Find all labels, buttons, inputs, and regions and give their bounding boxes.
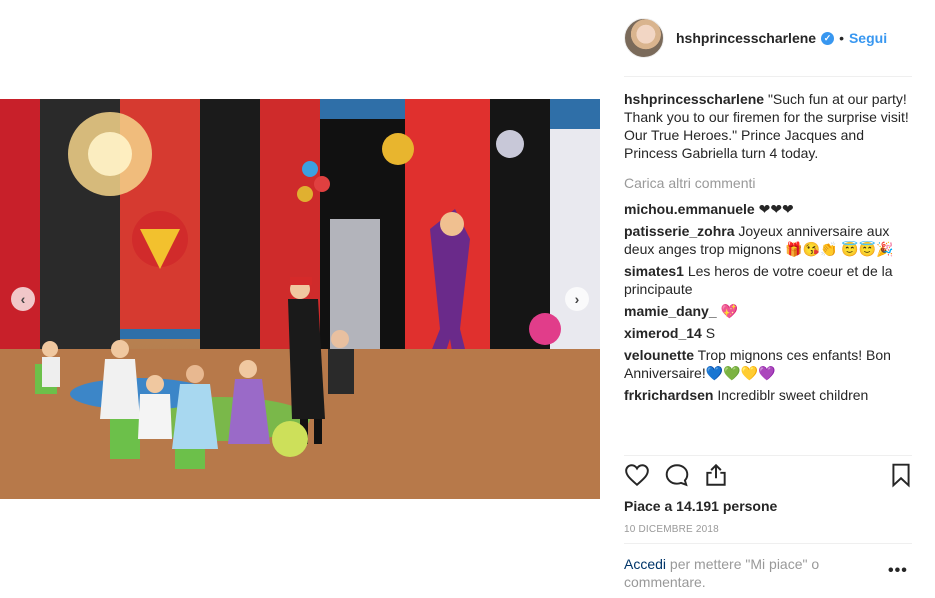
- comment-username[interactable]: frkrichardsen: [624, 387, 713, 403]
- footer-divider: [624, 543, 912, 544]
- comment-username[interactable]: patisserie_zohra: [624, 223, 735, 239]
- post-sidebar: hshprincesscharlene ✓ • Segui hshprinces…: [600, 0, 935, 598]
- verified-badge-icon: ✓: [821, 31, 835, 45]
- avatar[interactable]: [624, 18, 664, 58]
- caption-username[interactable]: hshprincesscharlene: [624, 91, 764, 107]
- login-prompt: Accedi per mettere "Mi piace" o commenta…: [624, 555, 874, 591]
- post-caption: hshprincesscharlene "Such fun at our par…: [624, 90, 912, 162]
- comment-item: ximerod_14 S: [624, 324, 912, 342]
- bookmark-icon[interactable]: [888, 462, 914, 488]
- comment-item: patisserie_zohra Joyeux anniversaire aux…: [624, 222, 912, 258]
- comment-item: mamie_dany_ 💖: [624, 302, 912, 320]
- comment-text: ❤❤❤: [758, 201, 794, 217]
- likes-count[interactable]: Piace a 14.191 persone: [624, 498, 777, 514]
- comment-username[interactable]: velounette: [624, 347, 694, 363]
- post-date: 10 DICEMBRE 2018: [624, 524, 719, 535]
- heart-icon[interactable]: [624, 462, 650, 488]
- header-separator: •: [839, 30, 844, 46]
- comment-item: simates1 Les heros de votre coeur et de …: [624, 262, 912, 298]
- action-bar: [624, 462, 916, 492]
- comment-text: 💖: [720, 303, 738, 319]
- header-username[interactable]: hshprincesscharlene: [676, 30, 816, 46]
- share-icon[interactable]: [703, 462, 729, 488]
- carousel-prev-button[interactable]: ‹: [11, 287, 35, 311]
- actions-divider: [624, 455, 912, 456]
- comment-icon[interactable]: [664, 462, 690, 488]
- comments-list[interactable]: hshprincesscharlene "Such fun at our par…: [624, 90, 912, 453]
- follow-button[interactable]: Segui: [849, 30, 887, 46]
- post-header: hshprincesscharlene ✓ • Segui: [624, 16, 912, 60]
- carousel-next-button[interactable]: ›: [565, 287, 589, 311]
- comment-item: michou.emmanuele ❤❤❤: [624, 200, 912, 218]
- party-scene-illustration: [0, 99, 600, 499]
- comment-username[interactable]: mamie_dany_: [624, 303, 717, 319]
- comment-item: velounette Trop mignons ces enfants! Bon…: [624, 346, 912, 382]
- load-more-comments-button[interactable]: Carica altri commenti: [624, 174, 912, 192]
- comment-text: S: [705, 325, 716, 341]
- comment-username[interactable]: michou.emmanuele: [624, 201, 755, 217]
- post-photo[interactable]: [0, 99, 600, 499]
- comment-username[interactable]: ximerod_14: [624, 325, 702, 341]
- header-divider: [624, 76, 912, 77]
- photo-pane: ‹ ›: [0, 0, 600, 598]
- more-options-button[interactable]: •••: [888, 562, 908, 580]
- login-link[interactable]: Accedi: [624, 556, 666, 572]
- comment-item: frkrichardsen Incrediblr sweet children: [624, 386, 912, 404]
- comment-text: Incrediblr sweet children: [717, 387, 869, 403]
- comment-username[interactable]: simates1: [624, 263, 684, 279]
